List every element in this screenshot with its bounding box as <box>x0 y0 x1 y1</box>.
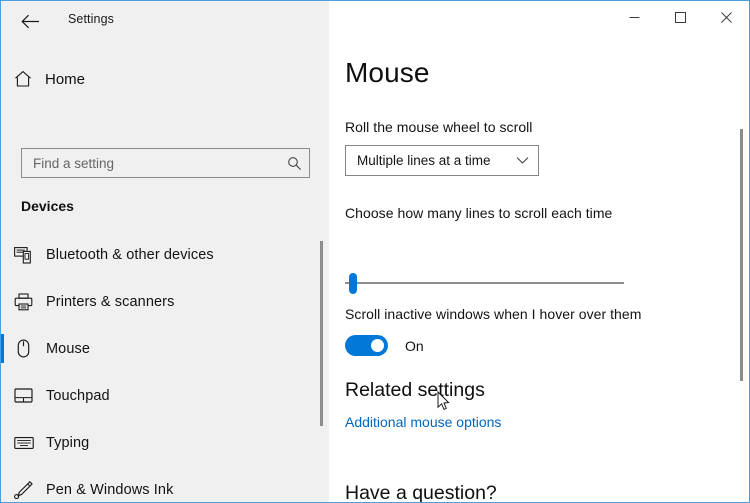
sidebar-section-header: Devices <box>21 198 74 214</box>
keyboard-icon <box>1 436 46 450</box>
window-controls <box>611 1 749 33</box>
sidebar-item-bluetooth-other-devices[interactable]: Bluetooth & other devices <box>1 231 329 278</box>
toggle-knob <box>371 339 384 352</box>
have-a-question-title: Have a question? <box>345 482 497 502</box>
toggle-state-label: On <box>405 337 424 354</box>
touchpad-icon <box>1 387 46 404</box>
sidebar-item-label: Touchpad <box>46 387 110 404</box>
sidebar-scrollbar[interactable] <box>320 241 323 426</box>
selection-indicator <box>1 334 4 363</box>
search-icon[interactable] <box>279 156 309 171</box>
home-label: Home <box>45 70 86 88</box>
sidebar-item-label: Typing <box>46 434 90 451</box>
title-bar-left-region <box>1 1 329 41</box>
slider-thumb[interactable] <box>349 273 357 294</box>
maximize-icon[interactable] <box>657 1 703 33</box>
back-arrow-icon[interactable] <box>15 8 45 34</box>
sidebar-item-mouse[interactable]: Mouse <box>1 325 329 372</box>
bluetooth-devices-icon <box>1 246 46 264</box>
lines-slider-label: Choose how many lines to scroll each tim… <box>345 205 613 221</box>
sidebar-item-home[interactable]: Home <box>1 61 329 97</box>
search-input[interactable]: Find a setting <box>21 148 310 178</box>
sidebar: Home Find a setting Devices Bluetooth & … <box>1 41 329 502</box>
minimize-icon[interactable] <box>611 1 657 33</box>
page-title: Mouse <box>345 57 430 88</box>
sidebar-item-label: Mouse <box>46 340 91 357</box>
sidebar-item-pen-windows-ink[interactable]: Pen & Windows Ink <box>1 466 329 502</box>
settings-window: Settings Home Find a setting Devices Blu… <box>0 0 750 503</box>
title-bar: Settings <box>1 1 749 41</box>
chevron-down-icon <box>516 156 529 165</box>
search-placeholder: Find a setting <box>33 155 115 171</box>
wheel-scroll-selected-value: Multiple lines at a time <box>357 153 491 168</box>
sidebar-item-touchpad[interactable]: Touchpad <box>1 372 329 419</box>
main-content: Mouse Roll the mouse wheel to scroll Mul… <box>329 41 749 502</box>
sidebar-nav-list: Bluetooth & other devices Printers & sca… <box>1 231 329 502</box>
inactive-scroll-toggle[interactable] <box>345 335 388 356</box>
inactive-scroll-label: Scroll inactive windows when I hover ove… <box>345 306 642 322</box>
app-title: Settings <box>68 12 114 26</box>
wheel-scroll-dropdown[interactable]: Multiple lines at a time <box>345 145 539 176</box>
home-icon <box>1 70 45 88</box>
mouse-icon <box>1 339 46 358</box>
sidebar-item-label: Printers & scanners <box>46 293 175 310</box>
sidebar-item-label: Pen & Windows Ink <box>46 481 174 498</box>
pen-icon <box>1 480 46 499</box>
sidebar-item-typing[interactable]: Typing <box>1 419 329 466</box>
printer-icon <box>1 292 46 311</box>
related-settings-title: Related settings <box>345 379 485 401</box>
wheel-scroll-label: Roll the mouse wheel to scroll <box>345 119 533 135</box>
inactive-scroll-toggle-row: On <box>345 335 424 356</box>
sidebar-item-label: Bluetooth & other devices <box>46 246 214 263</box>
additional-mouse-options-link[interactable]: Additional mouse options <box>345 414 501 430</box>
close-icon[interactable] <box>703 1 749 33</box>
main-scrollbar[interactable] <box>740 129 743 381</box>
sidebar-item-printers-scanners[interactable]: Printers & scanners <box>1 278 329 325</box>
lines-to-scroll-slider[interactable] <box>345 272 624 294</box>
slider-track <box>345 282 624 284</box>
